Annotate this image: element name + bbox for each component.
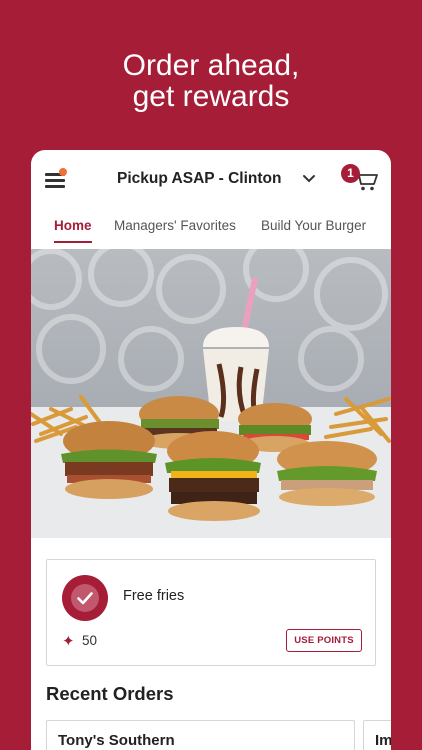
check-seal-icon: [62, 575, 108, 621]
reward-card: Free fries ✦ 50 USE POINTS: [46, 559, 376, 666]
hero-image: [31, 249, 391, 538]
reward-name: Free fries: [123, 588, 185, 604]
star-icon: ✦: [62, 633, 75, 650]
recent-orders-title: Recent Orders: [46, 683, 174, 704]
order-name: Tony's Southern: [58, 732, 175, 749]
tab-home[interactable]: Home: [54, 218, 92, 233]
use-points-button[interactable]: USE POINTS: [286, 629, 362, 652]
pickup-location[interactable]: Pickup ASAP - Clinton: [117, 170, 281, 188]
top-bar: Pickup ASAP - Clinton 1: [31, 150, 391, 208]
notification-dot: [59, 168, 67, 176]
promo-headline-line2: get rewards: [132, 80, 290, 113]
reward-points: 50: [82, 633, 98, 648]
tab-managers-favorites[interactable]: Managers' Favorites: [114, 218, 236, 233]
order-card[interactable]: Im: [363, 720, 391, 750]
active-tab-indicator: [54, 241, 92, 243]
order-name: Im: [375, 732, 391, 749]
order-card[interactable]: Tony's Southern: [46, 720, 355, 750]
promo-headline: Order ahead, get rewards: [0, 50, 422, 112]
tab-build-your-burger[interactable]: Build Your Burger: [261, 218, 366, 233]
chevron-down-icon[interactable]: [302, 173, 316, 185]
app-screen: Pickup ASAP - Clinton 1 Home Managers' F…: [31, 150, 391, 750]
promo-headline-line1: Order ahead,: [122, 49, 300, 82]
tab-bar: Home Managers' Favorites Build Your Burg…: [31, 208, 391, 248]
cart-count-badge: 1: [341, 164, 360, 183]
